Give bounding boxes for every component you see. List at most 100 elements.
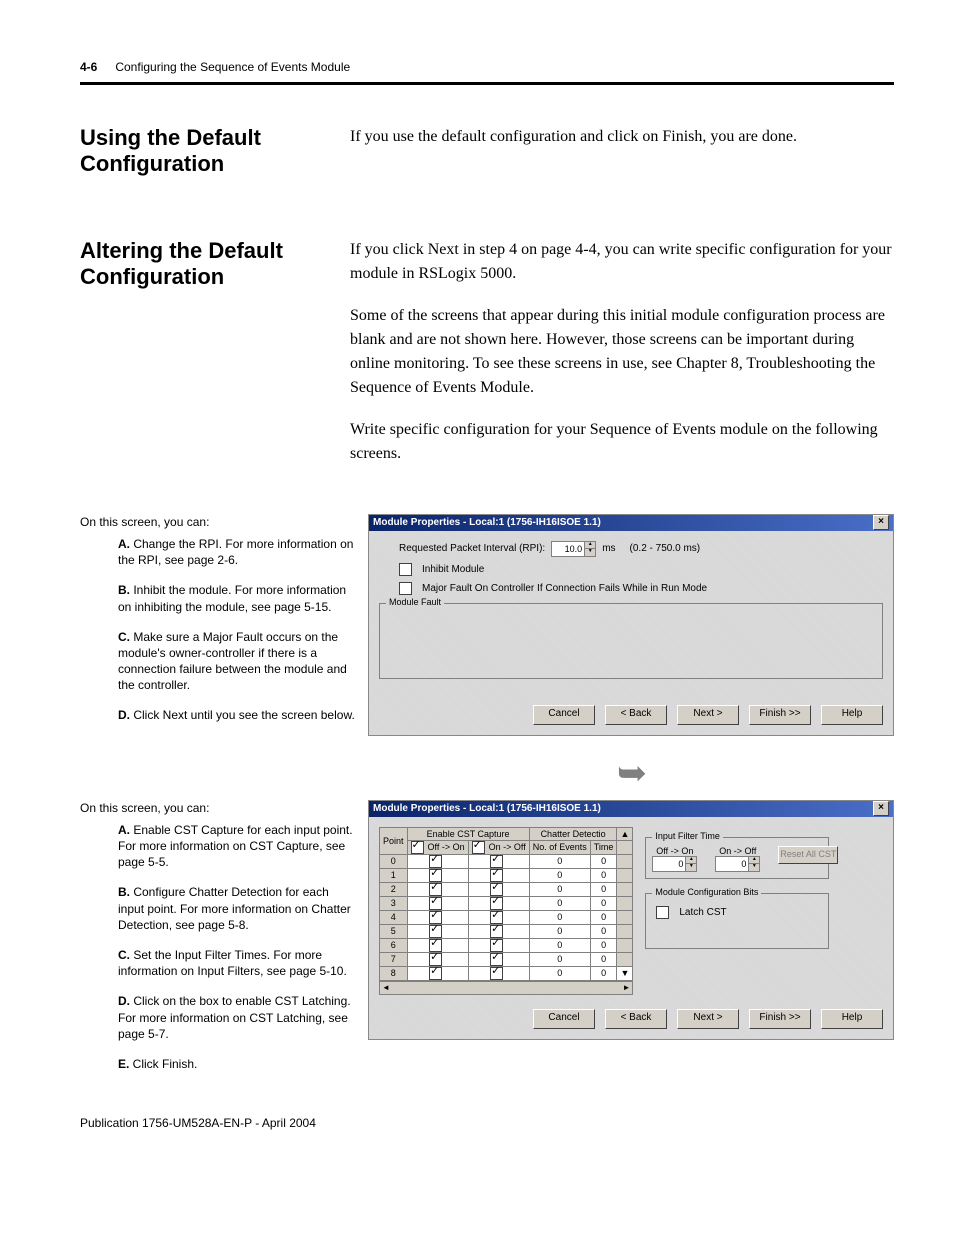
no-events-cell[interactable]: 0 [529, 882, 590, 896]
section-heading-altering: Altering the Default Configuration [80, 238, 350, 484]
time-cell[interactable]: 0 [590, 924, 617, 938]
annotation-item: D. Click Next until you see the screen b… [118, 707, 358, 723]
rpi-spinner[interactable]: ▲▼ [551, 541, 596, 557]
points-grid-wrapper: Point Enable CST Capture Chatter Detecti… [379, 827, 633, 995]
running-header: 4-6 Configuring the Sequence of Events M… [80, 60, 894, 74]
no-events-cell[interactable]: 0 [529, 854, 590, 868]
next-button[interactable]: Next > [677, 1009, 739, 1029]
annotation-item: D. Click on the box to enable CST Latchi… [118, 993, 358, 1042]
no-events-cell[interactable]: 0 [529, 868, 590, 882]
major-fault-label: Major Fault On Controller If Connection … [422, 583, 707, 594]
rpi-label: Requested Packet Interval (RPI): [399, 543, 545, 554]
cst-off-on-checkbox[interactable] [429, 967, 442, 980]
cst-on-off-checkbox[interactable] [490, 953, 503, 966]
time-cell[interactable]: 0 [590, 896, 617, 910]
header-checkbox[interactable] [411, 841, 424, 854]
col-chatter: Chatter Detectio [529, 827, 617, 840]
time-cell[interactable]: 0 [590, 854, 617, 868]
cst-off-on-checkbox[interactable] [429, 869, 442, 882]
time-cell[interactable]: 0 [590, 966, 617, 980]
row-header: 7 [380, 952, 408, 966]
module-config-bits-group: Module Configuration Bits [652, 887, 761, 897]
cst-off-on-checkbox[interactable] [429, 953, 442, 966]
cst-off-on-checkbox[interactable] [429, 939, 442, 952]
back-button[interactable]: < Back [605, 705, 667, 725]
cst-on-off-checkbox[interactable] [490, 939, 503, 952]
points-grid[interactable]: Point Enable CST Capture Chatter Detecti… [379, 827, 633, 981]
table-row: 400 [380, 910, 633, 924]
next-button[interactable]: Next > [677, 705, 739, 725]
dialog-title: Module Properties - Local:1 (1756-IH16IS… [373, 517, 601, 528]
row-header: 2 [380, 882, 408, 896]
dialog-title: Module Properties - Local:1 (1756-IH16IS… [373, 803, 601, 814]
inhibit-checkbox[interactable] [399, 563, 412, 576]
cancel-button[interactable]: Cancel [533, 1009, 595, 1029]
rpi-input[interactable] [552, 542, 584, 556]
no-events-cell[interactable]: 0 [529, 966, 590, 980]
scroll-up-icon[interactable]: ▲ [617, 827, 633, 840]
no-events-cell[interactable]: 0 [529, 952, 590, 966]
cst-on-off-checkbox[interactable] [490, 911, 503, 924]
row-header: 8 [380, 966, 408, 980]
help-button[interactable]: Help [821, 705, 883, 725]
annotation-item: A. Enable CST Capture for each input poi… [118, 822, 358, 871]
module-fault-group: Module Fault [386, 597, 444, 607]
header-checkbox[interactable] [472, 841, 485, 854]
table-row: 7 00 [380, 952, 633, 966]
filter-off-on-spinner[interactable]: ▲▼ [652, 856, 697, 872]
major-fault-checkbox[interactable] [399, 582, 412, 595]
time-cell[interactable]: 0 [590, 868, 617, 882]
table-row: 600 [380, 938, 633, 952]
cst-on-off-checkbox[interactable] [490, 855, 503, 868]
row-header: 0 [380, 854, 408, 868]
finish-button[interactable]: Finish >> [749, 1009, 811, 1029]
page-number: 4-6 [80, 60, 97, 74]
cst-off-on-checkbox[interactable] [429, 855, 442, 868]
no-events-cell[interactable]: 0 [529, 938, 590, 952]
time-cell[interactable]: 0 [590, 910, 617, 924]
col-no-events: No. of Events [529, 840, 590, 854]
rpi-unit: ms [602, 543, 615, 554]
annotation-item: B. Inhibit the module. For more informat… [118, 582, 358, 614]
time-cell[interactable]: 0 [590, 952, 617, 966]
no-events-cell[interactable]: 0 [529, 924, 590, 938]
time-cell[interactable]: 0 [590, 938, 617, 952]
cst-on-off-checkbox[interactable] [490, 883, 503, 896]
chapter-title: Configuring the Sequence of Events Modul… [115, 60, 350, 74]
annotation-item: C. Set the Input Filter Times. For more … [118, 947, 358, 979]
body-text: Some of the screens that appear during t… [350, 304, 894, 400]
time-cell[interactable]: 0 [590, 882, 617, 896]
finish-button[interactable]: Finish >> [749, 705, 811, 725]
reset-cst-button[interactable]: Reset All CST [778, 846, 838, 864]
cst-off-on-checkbox[interactable] [429, 883, 442, 896]
back-button[interactable]: < Back [605, 1009, 667, 1029]
cst-on-off-checkbox[interactable] [490, 967, 503, 980]
cancel-button[interactable]: Cancel [533, 705, 595, 725]
publication-footer: Publication 1756-UM528A-EN-P - April 200… [80, 1116, 894, 1130]
cst-off-on-checkbox[interactable] [429, 925, 442, 938]
body-text: If you use the default configuration and… [350, 125, 894, 149]
filter-on-off-label: On -> Off [715, 846, 760, 856]
module-properties-dialog-1: Module Properties - Local:1 (1756-IH16IS… [368, 514, 894, 736]
flow-arrow-icon: ➥ [370, 752, 894, 794]
no-events-cell[interactable]: 0 [529, 896, 590, 910]
cst-on-off-checkbox[interactable] [490, 869, 503, 882]
scroll-down-icon[interactable]: ▼ [617, 966, 633, 980]
table-row: 500 [380, 924, 633, 938]
cst-on-off-checkbox[interactable] [490, 925, 503, 938]
cst-on-off-checkbox[interactable] [490, 897, 503, 910]
annotation-intro: On this screen, you can: [80, 800, 358, 816]
cst-off-on-checkbox[interactable] [429, 897, 442, 910]
latch-cst-label: Latch CST [679, 907, 726, 918]
table-row: 800▼ [380, 966, 633, 980]
latch-cst-checkbox[interactable] [656, 906, 669, 919]
module-properties-dialog-2: Module Properties - Local:1 (1756-IH16IS… [368, 800, 894, 1040]
cst-off-on-checkbox[interactable] [429, 911, 442, 924]
filter-on-off-spinner[interactable]: ▲▼ [715, 856, 760, 872]
close-icon[interactable]: × [873, 515, 889, 530]
no-events-cell[interactable]: 0 [529, 910, 590, 924]
close-icon[interactable]: × [873, 801, 889, 816]
horizontal-scrollbar[interactable]: ◄► [379, 981, 633, 995]
col-point: Point [380, 827, 408, 854]
help-button[interactable]: Help [821, 1009, 883, 1029]
